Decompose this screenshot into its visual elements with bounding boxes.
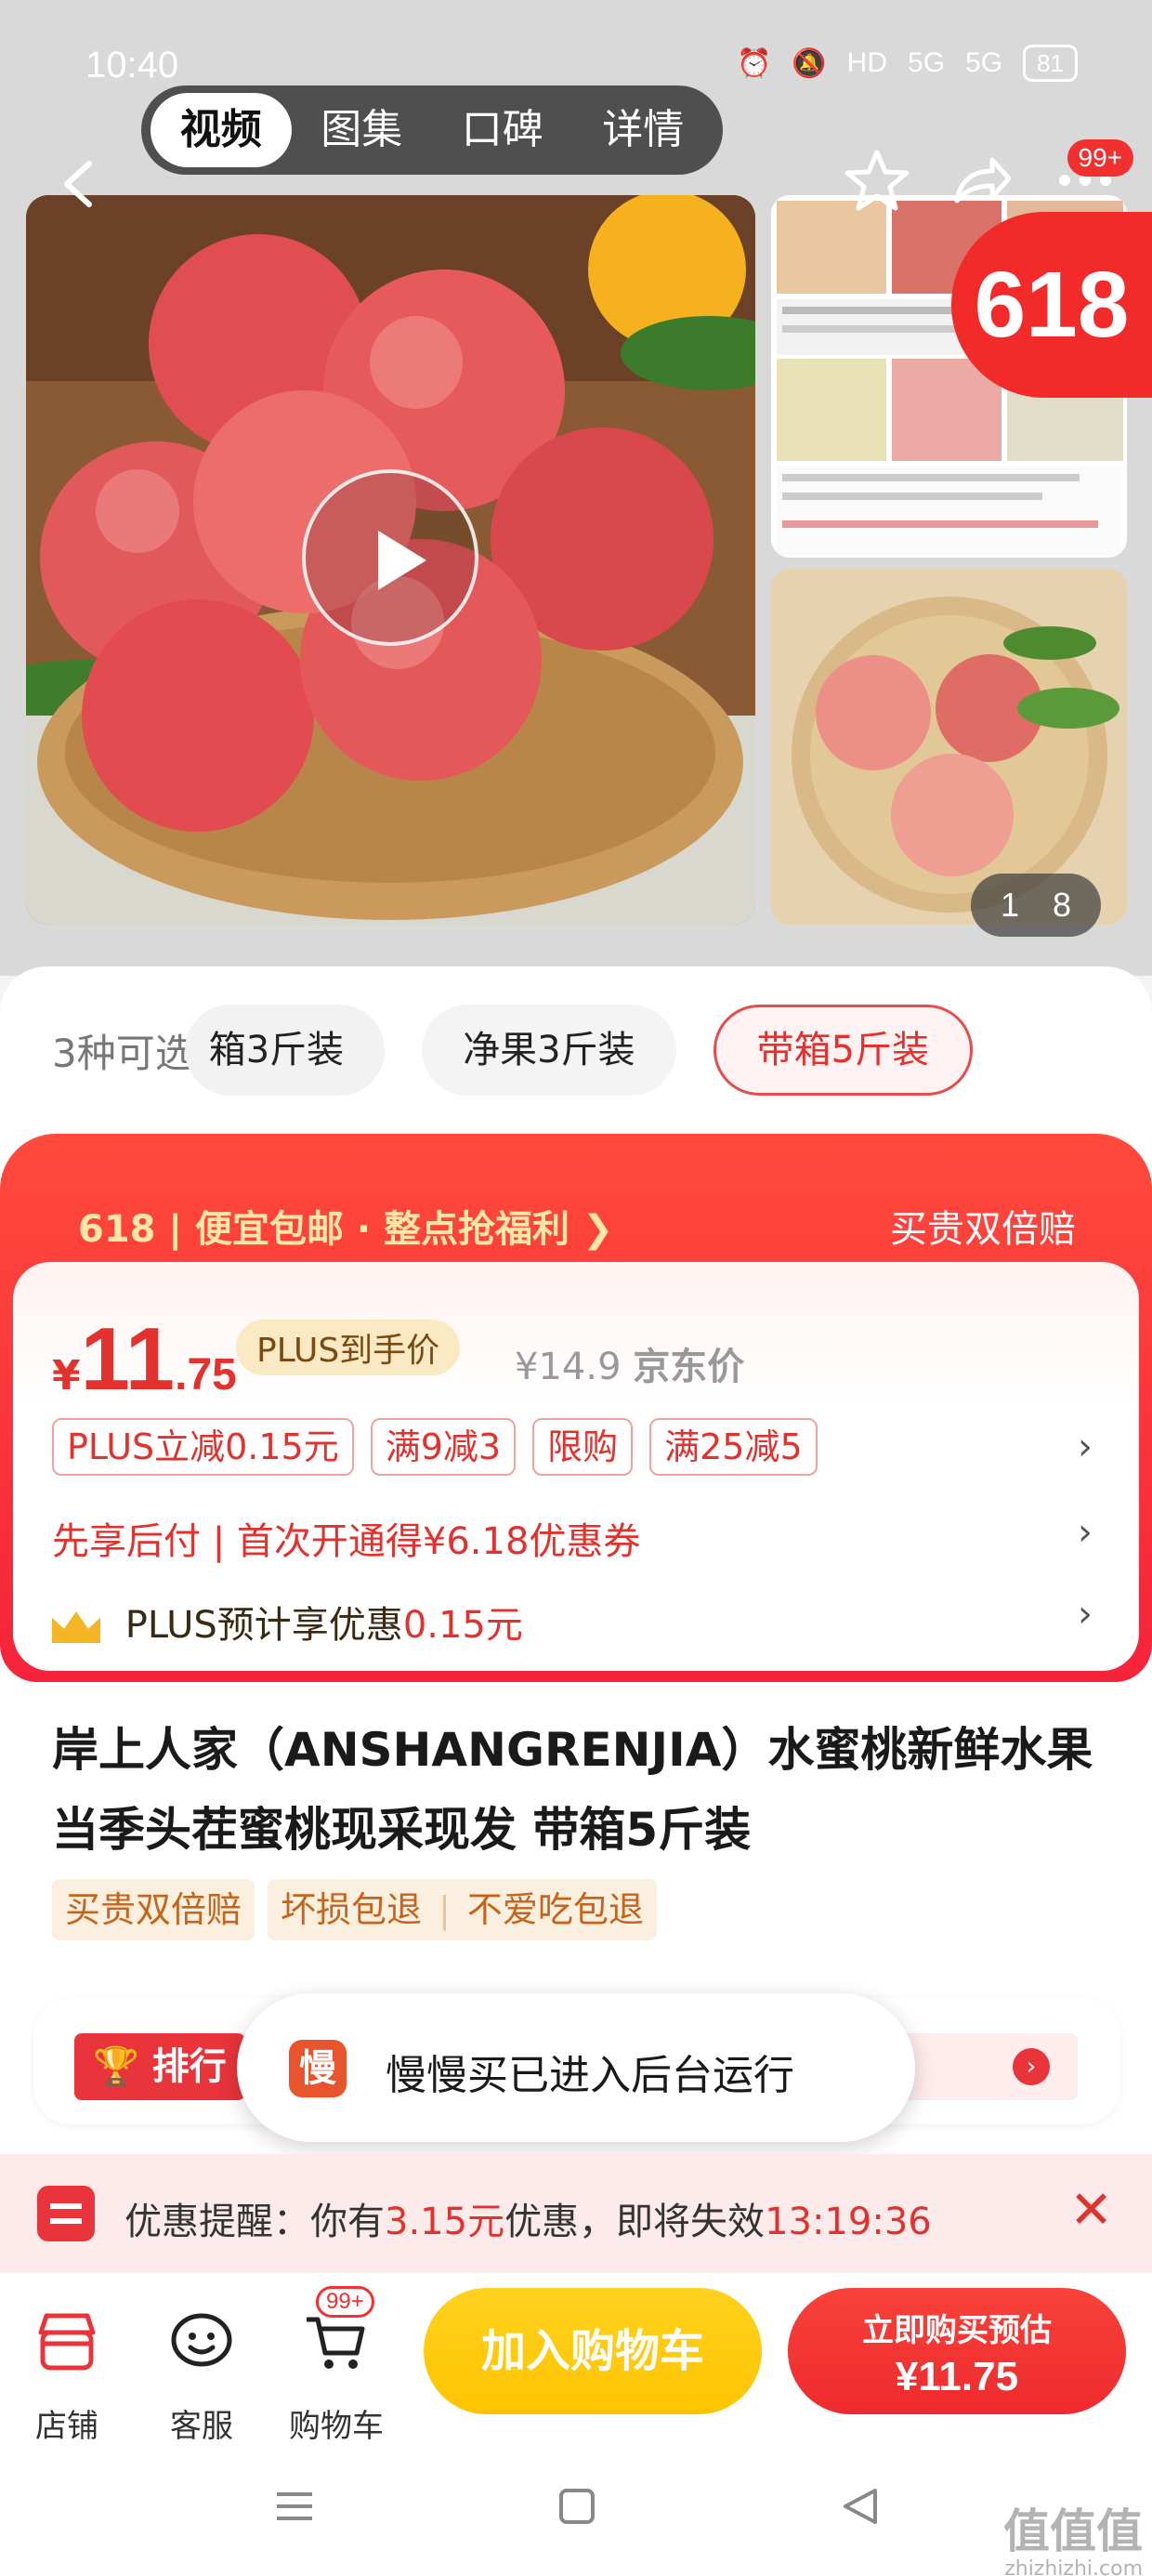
reminder-amount: 3.15元 <box>385 2201 505 2243</box>
variant-selector: 3种可选 箱3斤装 净果3斤装 带箱5斤装 <box>52 1004 1152 1097</box>
watermark-text: 值值值 <box>1003 2504 1143 2558</box>
jd-price-value: ¥14.9 <box>515 1346 622 1388</box>
play-video-button[interactable] <box>302 469 478 646</box>
hd-icon: HD <box>846 47 888 78</box>
chat-face-icon <box>171 2313 232 2367</box>
status-icons: ⏰ 🔕 HD 5G 5G 81 <box>737 45 1078 82</box>
message-badge: 99+ <box>1067 139 1133 177</box>
service-label: 客服 <box>170 2408 233 2445</box>
chevron-right-icon[interactable]: › <box>1078 1593 1093 1636</box>
reminder-middle: 优惠，即将失效 <box>504 2201 766 2243</box>
service-tag: 不爱吃包退 <box>422 1889 644 1930</box>
mute-icon: 🔕 <box>792 47 827 79</box>
coupon-row[interactable]: PLUS立减0.15元 满9减3 限购 满25减5 <box>52 1418 818 1476</box>
back-triangle-icon[interactable] <box>838 2483 884 2530</box>
thumbnail-plate[interactable] <box>771 569 1127 925</box>
ranking-label: 🏆 排行 <box>74 2033 245 2100</box>
buy-now-label: 立即购买预估 <box>862 2312 1052 2349</box>
crown-icon <box>52 1611 100 1643</box>
variant-option[interactable]: 箱3斤装 <box>184 1005 386 1096</box>
menu-icon[interactable] <box>271 2483 318 2530</box>
price-currency: ¥ <box>52 1352 81 1400</box>
ranking-label-text: 排行 <box>151 2045 227 2088</box>
coupon-icon <box>37 2186 95 2241</box>
jd-price: ¥14.9 京东价 <box>515 1336 744 1390</box>
variant-count: 3种可选 <box>52 1030 194 1076</box>
tab-video[interactable]: 视频 <box>151 93 292 167</box>
toast-text: 慢慢买已进入后台运行 <box>386 2052 794 2099</box>
reminder-countdown: 13:19:36 <box>765 2201 932 2243</box>
signal-5g-icon-2: 5G <box>965 47 1003 78</box>
buy-now-button[interactable]: 立即购买预估 ¥11.75 <box>788 2288 1126 2414</box>
promo-618-badge[interactable]: 618 <box>951 212 1152 398</box>
cart-badge: 99+ <box>316 2286 374 2318</box>
watermark-url: zhizhizhi.com <box>1004 2557 1143 2576</box>
jd-price-label: 京东价 <box>633 1346 745 1388</box>
reminder-text: 优惠提醒：你有3.15元优惠，即将失效13:19:36 <box>124 2191 932 2245</box>
plus-price-tag: PLUS到手价 <box>236 1320 461 1375</box>
product-gallery: 10:40 ⏰ 🔕 HD 5G 5G 81 视频 图集 口碑 详情 99+ 61… <box>0 0 1152 976</box>
tab-reviews[interactable]: 口碑 <box>432 93 573 167</box>
coupon-tag: 满9减3 <box>370 1418 517 1476</box>
price-guarantee[interactable]: 买贵双倍赔 <box>890 1199 1076 1253</box>
price-decimal: .75 <box>175 1350 237 1400</box>
battery-icon: 81 <box>1023 45 1078 82</box>
customer-service-button[interactable]: 客服 <box>146 2305 257 2446</box>
watermark: 值值值 zhizhizhi.com <box>1003 2494 1143 2576</box>
media-tabs: 视频 图集 口碑 详情 <box>141 85 723 175</box>
variant-option[interactable]: 净果3斤装 <box>422 1005 676 1096</box>
share-icon[interactable] <box>948 147 1015 214</box>
chevron-right-icon[interactable]: › <box>1078 1511 1093 1554</box>
app-icon: 慢 <box>289 2040 347 2097</box>
status-time: 10:40 <box>85 45 179 85</box>
plus-saving-row[interactable]: PLUS预计享优惠0.15元 <box>52 1595 523 1649</box>
product-title: 岸上人家（ANSHANGRENJIA）水蜜桃新鲜水果当季头茬蜜桃现采现发 带箱5… <box>52 1723 1093 1857</box>
home-icon[interactable] <box>554 2483 600 2530</box>
price-integer: 11 <box>80 1309 176 1409</box>
price: ¥ 11 .75 <box>52 1308 237 1411</box>
variant-option-selected[interactable]: 带箱5斤装 <box>713 1005 974 1096</box>
signal-5g-icon: 5G <box>908 47 946 78</box>
peach-plate-image <box>771 569 1127 925</box>
store-icon <box>38 2313 96 2371</box>
service-tag: 坏损包退 <box>281 1889 423 1930</box>
coupon-tag: 满25减5 <box>649 1418 818 1476</box>
system-navigation <box>0 2446 1152 2576</box>
chevron-right-icon[interactable]: › <box>1013 2048 1050 2085</box>
alarm-icon: ⏰ <box>736 47 772 79</box>
image-counter: 1 8 <box>971 874 1101 937</box>
service-tags: 买贵双倍赔 坏损包退不爱吃包退 <box>52 1879 657 1940</box>
promo-title[interactable]: 618 | 便宜包邮 · 整点抢福利 ❯ <box>78 1199 613 1253</box>
plus-saving-amount: 0.15元 <box>402 1604 523 1647</box>
close-icon[interactable]: ✕ <box>1069 2180 1113 2241</box>
cart-button[interactable]: 购物车 <box>281 2305 392 2446</box>
promo-banner: 618 | 便宜包邮 · 整点抢福利 ❯ 买贵双倍赔 ¥ 11 .75 PLUS… <box>0 1134 1152 1682</box>
cart-label: 购物车 <box>289 2408 384 2445</box>
buy-now-price: ¥11.75 <box>895 2354 1019 2399</box>
store-button[interactable]: 店铺 <box>11 2305 123 2446</box>
service-tag-group[interactable]: 坏损包退不爱吃包退 <box>268 1879 657 1940</box>
back-arrow-icon[interactable] <box>52 156 108 212</box>
add-to-cart-button[interactable]: 加入购物车 <box>424 2288 762 2414</box>
reminder-prefix: 优惠提醒：你有 <box>124 2201 385 2243</box>
background-running-toast: 慢 慢慢买已进入后台运行 <box>237 1993 915 2142</box>
chevron-right-icon[interactable]: › <box>1078 1426 1093 1468</box>
discount-reminder[interactable]: 优惠提醒：你有3.15元优惠，即将失效13:19:36 ✕ <box>0 2154 1152 2273</box>
coupon-tag: PLUS立减0.15元 <box>52 1418 354 1476</box>
coupon-tag: 限购 <box>532 1418 634 1476</box>
plus-saving-label: PLUS预计享优惠 <box>124 1604 403 1647</box>
pay-later-row[interactable]: 先享后付 | 首次开通得¥6.18优惠券 <box>52 1511 640 1565</box>
favorite-star-icon[interactable] <box>844 147 910 214</box>
service-tag[interactable]: 买贵双倍赔 <box>52 1879 255 1940</box>
tab-details[interactable]: 详情 <box>573 93 714 167</box>
price-card: ¥ 11 .75 PLUS到手价 ¥14.9 京东价 PLUS立减0.15元 满… <box>13 1262 1139 1671</box>
store-label: 店铺 <box>35 2408 98 2445</box>
tab-gallery[interactable]: 图集 <box>292 93 433 167</box>
